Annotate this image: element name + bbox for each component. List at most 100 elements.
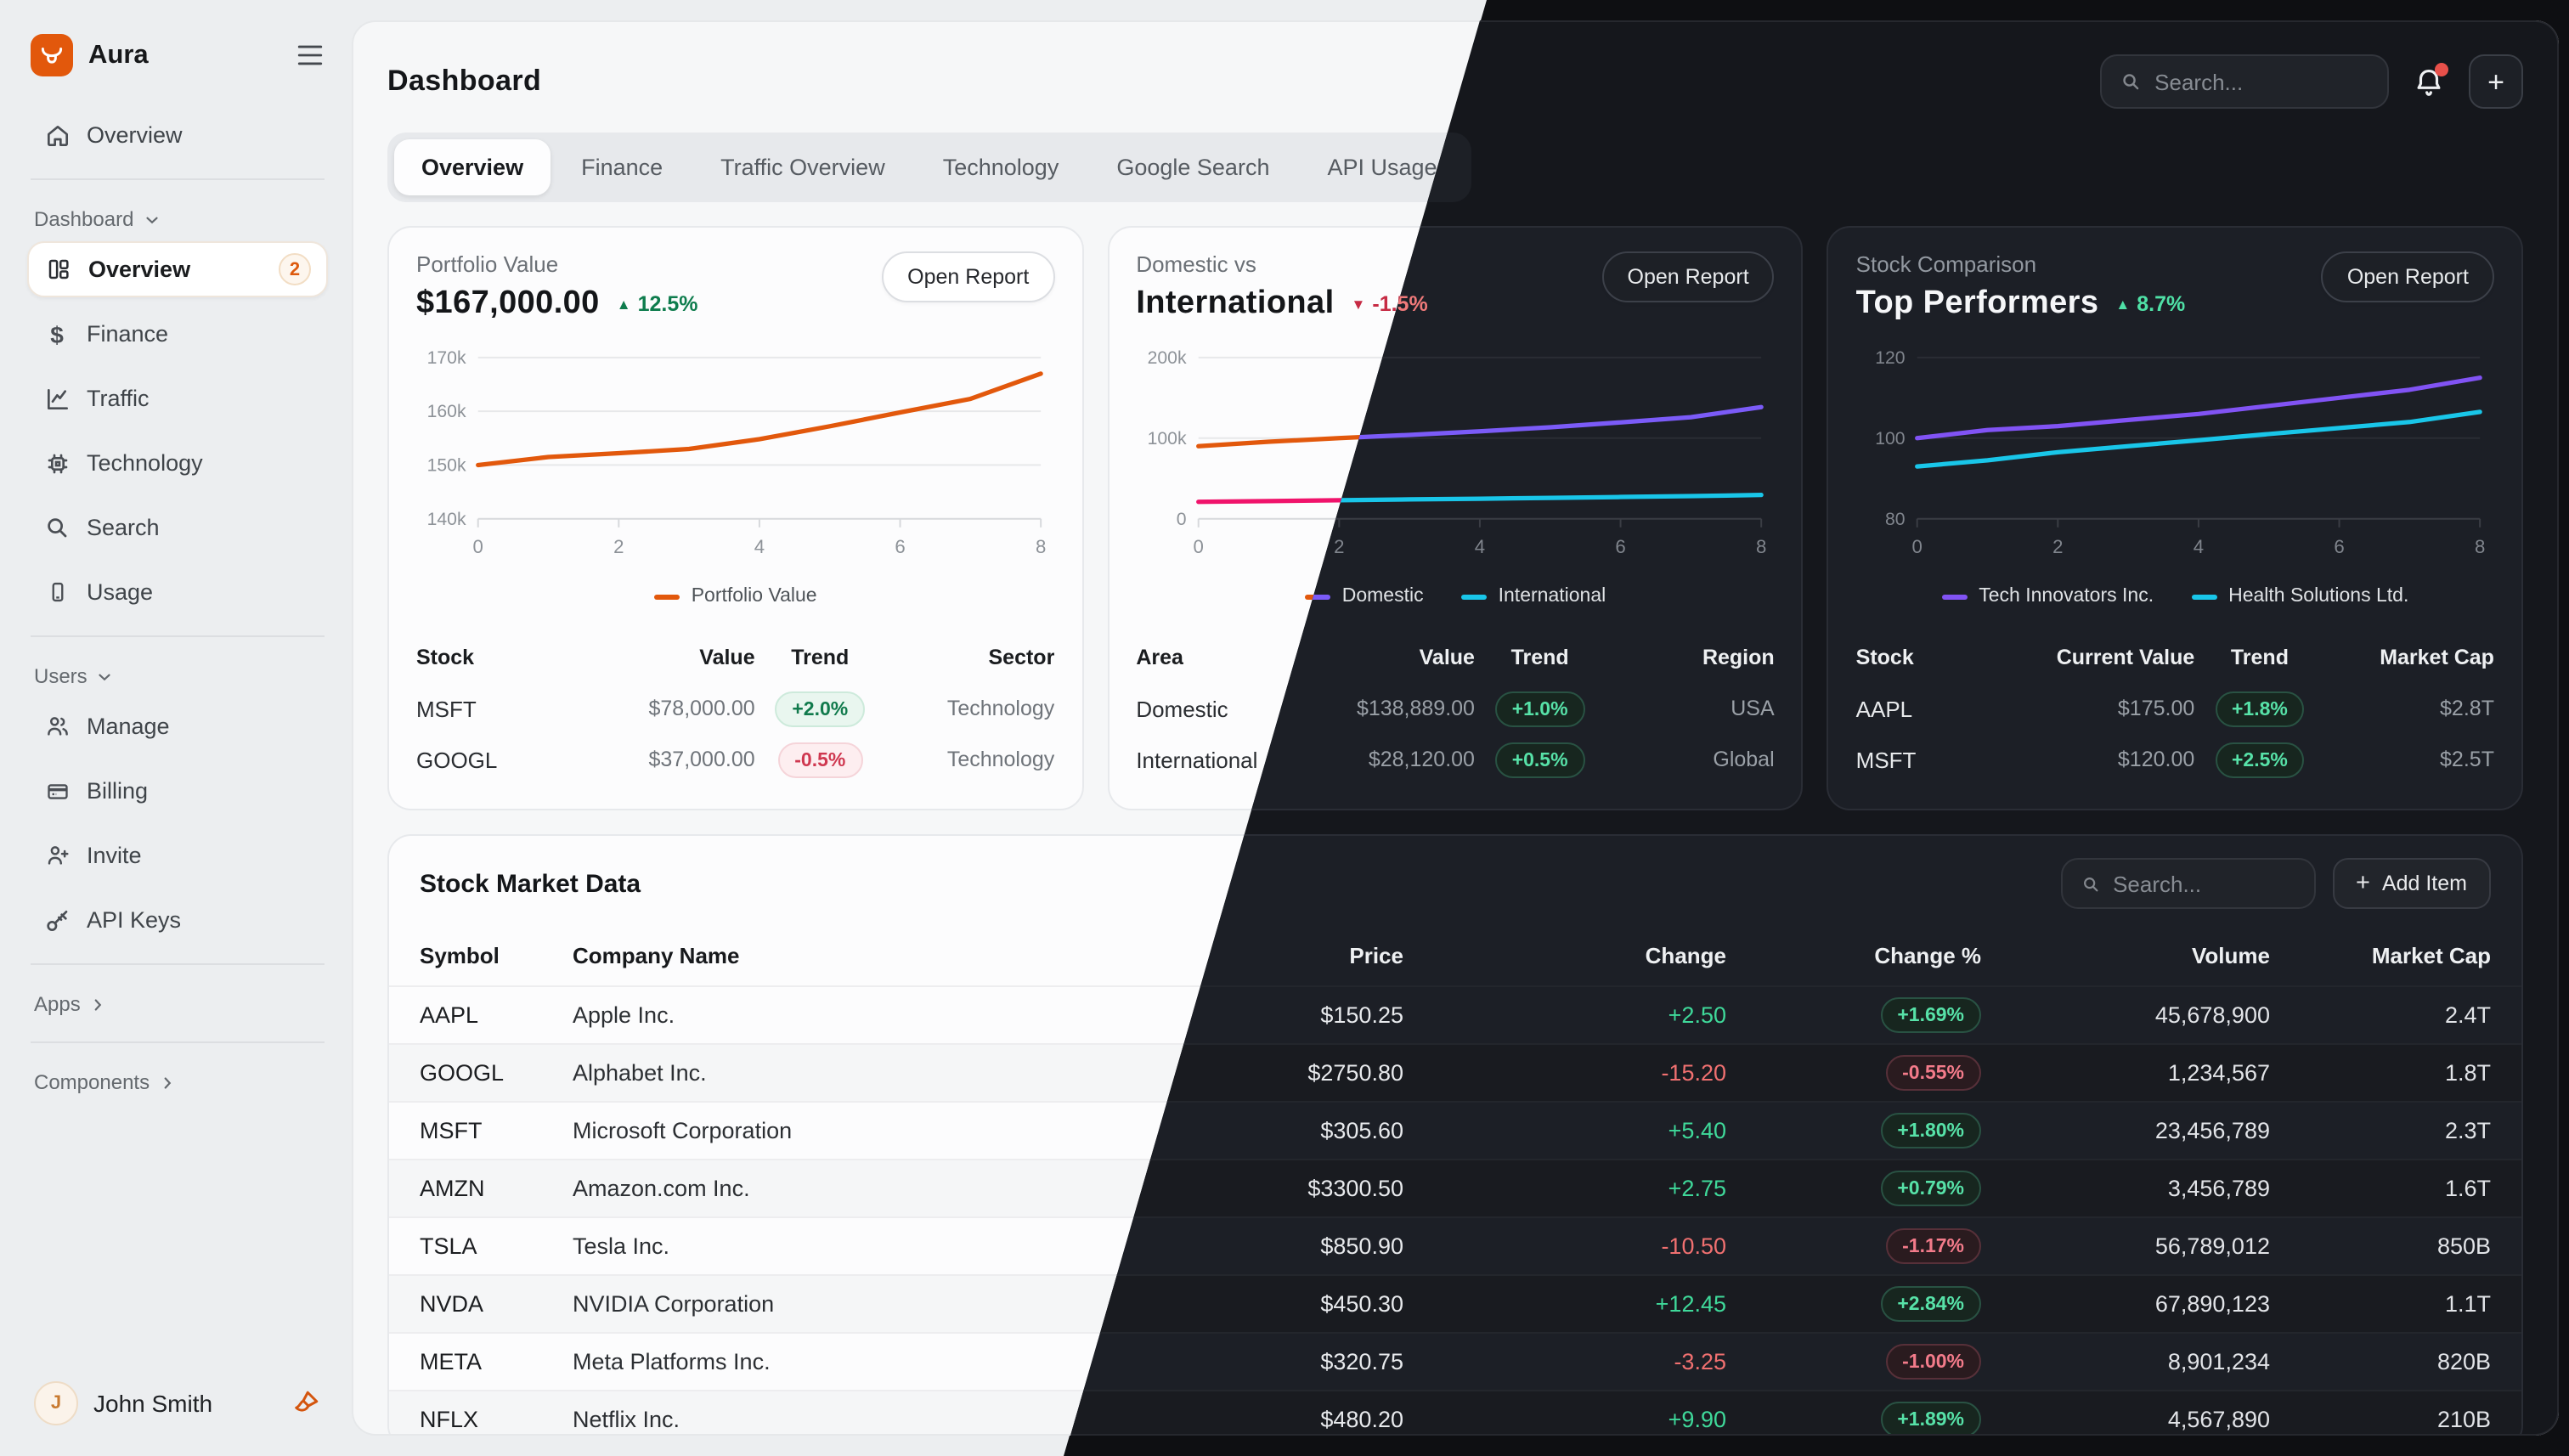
sidebar-item-search[interactable]: Search [27, 499, 328, 556]
change-pct-pill: +1.89% [1880, 1402, 1981, 1436]
chevron-right-icon [158, 1073, 177, 1092]
section-components[interactable]: Components [27, 1058, 328, 1104]
sidebar-item-overview[interactable]: Overview 2 [27, 241, 328, 297]
svg-text:6: 6 [895, 536, 905, 557]
svg-text:4: 4 [2194, 536, 2204, 557]
divider [31, 963, 325, 965]
section-dashboard[interactable]: Dashboard [27, 195, 328, 241]
svg-text:8: 8 [1755, 536, 1765, 557]
chevron-down-icon [142, 210, 161, 229]
table-search[interactable] [2060, 858, 2315, 909]
svg-text:6: 6 [1615, 536, 1625, 557]
home-icon [42, 121, 71, 149]
add-item-button[interactable]: + Add Item [2332, 858, 2491, 909]
line-chart-icon [42, 385, 71, 412]
svg-text:4: 4 [1474, 536, 1484, 557]
chevron-down-icon [96, 667, 115, 686]
sidebar-item-manage[interactable]: Manage [27, 698, 328, 754]
card-table-row: MSFT$120.00 +2.5% $2.5T [1856, 734, 2494, 785]
section-apps[interactable]: Apps [27, 980, 328, 1026]
user-name: John Smith [93, 1390, 275, 1417]
portfolio-value-card: Portfolio Value $167,000.00 ▲12.5% Open … [387, 226, 1083, 810]
sidebar-item-usage[interactable]: Usage [27, 564, 328, 620]
svg-text:8: 8 [1036, 536, 1046, 557]
tab[interactable]: Google Search [1089, 139, 1296, 195]
svg-text:2: 2 [1333, 536, 1343, 557]
sidebar-item-overview-top[interactable]: Overview [27, 107, 328, 163]
tab[interactable]: Finance [554, 139, 690, 195]
search-icon [42, 515, 71, 540]
card-title: Domestic vs [1136, 251, 1427, 277]
change-pct-pill: +2.84% [1880, 1286, 1981, 1322]
card-table-row: GOOGL$37,000.00 -0.5% Technology [416, 734, 1054, 785]
key-icon [42, 906, 71, 934]
tab[interactable]: Technology [916, 139, 1087, 195]
delta-badge: ▲8.7% [2115, 292, 2185, 316]
divider [31, 1041, 325, 1043]
card-table-row: AAPL$175.00 +1.8% $2.8T [1856, 683, 2494, 734]
legend-dash [1941, 594, 1967, 599]
user-row[interactable]: J John Smith [27, 1374, 328, 1432]
legend-dash [2191, 594, 2216, 599]
chart-legend: Tech Innovators Inc.Health Solutions Ltd… [1856, 578, 2494, 615]
change-pct-pill: +1.69% [1880, 997, 1981, 1033]
divider [31, 178, 325, 180]
tab-bar: OverviewFinanceTraffic OverviewTechnolog… [387, 133, 1471, 202]
sidebar-item-billing[interactable]: Billing [27, 763, 328, 819]
card-title: Stock Comparison [1856, 251, 2186, 277]
theme-paintbrush-icon[interactable] [291, 1388, 321, 1419]
card-table-row: MSFT$78,000.00 +2.0% Technology [416, 683, 1054, 734]
header-search[interactable] [2100, 54, 2389, 109]
trend-pill: +2.0% [775, 691, 865, 726]
notification-dot [2435, 62, 2448, 76]
stock-comparison-chart: 1201008002468 [1856, 336, 2494, 578]
card-headline: Top Performers [1856, 285, 2099, 323]
card-headline: International [1136, 285, 1334, 323]
svg-text:100: 100 [1876, 429, 1906, 449]
open-report-button[interactable]: Open Report [1602, 251, 1775, 302]
sidebar-item-api-keys[interactable]: API Keys [27, 892, 328, 948]
sidebar-item-invite[interactable]: Invite [27, 827, 328, 883]
table-search-input[interactable] [2113, 871, 2295, 896]
svg-text:4: 4 [754, 536, 765, 557]
svg-text:2: 2 [2053, 536, 2064, 557]
aura-logo-icon [31, 34, 73, 76]
sidebar: Aura Overview Dashboard Overvi [0, 0, 352, 1456]
svg-text:2: 2 [613, 536, 624, 557]
menu-icon[interactable] [296, 42, 325, 68]
brand-name: Aura [88, 40, 280, 71]
sidebar-item-technology[interactable]: Technology [27, 435, 328, 491]
svg-text:120: 120 [1876, 348, 1906, 368]
credit-card-icon [42, 779, 71, 803]
svg-text:200k: 200k [1147, 348, 1186, 368]
create-new-button[interactable]: + [2469, 54, 2523, 109]
dashboard-grid-icon [44, 257, 73, 282]
device-icon [42, 579, 71, 605]
panel-title: Stock Market Data [420, 869, 641, 898]
change-pct-pill: -1.17% [1885, 1228, 1981, 1264]
svg-text:100k: 100k [1147, 429, 1186, 449]
page-title: Dashboard [387, 65, 541, 99]
search-icon [2120, 70, 2141, 93]
svg-text:6: 6 [2335, 536, 2345, 557]
trend-pill: -0.5% [777, 742, 862, 777]
tab[interactable]: Traffic Overview [693, 139, 912, 195]
legend-dash [1461, 594, 1487, 599]
notifications-button[interactable] [2413, 65, 2445, 98]
svg-text:140k: 140k [427, 510, 466, 529]
sidebar-item-traffic[interactable]: Traffic [27, 370, 328, 426]
svg-text:8: 8 [2476, 536, 2486, 557]
section-users[interactable]: Users [27, 652, 328, 698]
open-report-button[interactable]: Open Report [882, 251, 1054, 302]
card-table: StockValueTrendSector MSFT$78,000.00 +2.… [416, 632, 1054, 785]
open-report-button[interactable]: Open Report [2322, 251, 2494, 302]
chevron-right-icon [89, 995, 108, 1013]
svg-text:0: 0 [473, 536, 483, 557]
dollar-icon: $ [42, 320, 71, 347]
user-plus-icon [42, 843, 71, 868]
users-icon [42, 714, 71, 739]
header-search-input[interactable] [2154, 69, 2369, 94]
sidebar-item-finance[interactable]: $ Finance [27, 306, 328, 362]
tab[interactable]: Overview [394, 139, 550, 195]
svg-text:160k: 160k [427, 402, 466, 421]
